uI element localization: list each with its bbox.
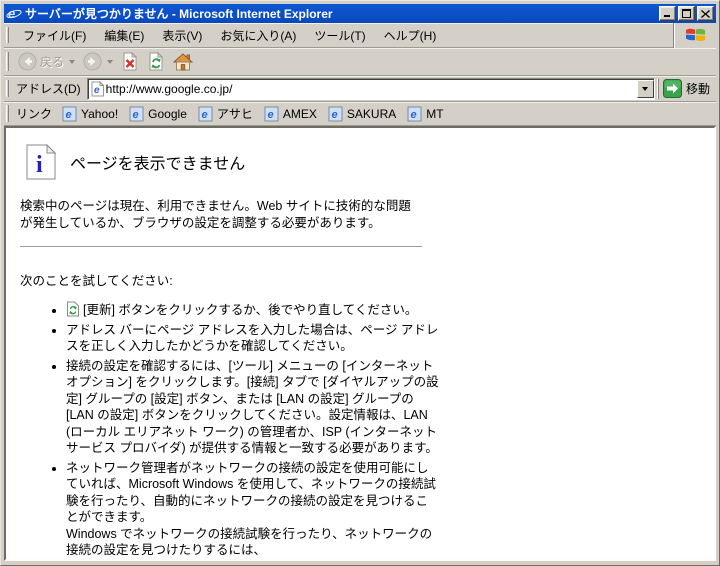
go-label: 移動 [686, 80, 710, 97]
suggestion-network: ネットワーク管理者がネットワークの接続の設定を使用可能にしていれば、Micros… [66, 460, 440, 562]
link-label: アサヒ [217, 105, 253, 122]
page-content: i ページを表示できません 検索中のページは現在、利用できません。Web サイト… [4, 126, 716, 561]
ie-page-icon: e [407, 106, 422, 122]
suggestion-text: アドレス バーにページ アドレスを入力した場合は、ページ アドレスを正しく入力し… [66, 323, 438, 354]
svg-text:i: i [36, 152, 43, 178]
maximize-button[interactable] [678, 6, 695, 21]
link-label: SAKURA [347, 107, 396, 121]
go-arrow-icon [663, 79, 682, 98]
ie-logo-icon: e [6, 6, 22, 21]
refresh-small-icon [66, 301, 80, 317]
back-icon [18, 52, 37, 71]
link-label: MT [426, 107, 443, 121]
suggestion-refresh: [更新] ボタンをクリックするか、後でやり直してください。 [66, 301, 440, 319]
back-button[interactable]: 戻る [14, 49, 68, 74]
ie-page-icon: e [129, 106, 144, 122]
address-input[interactable] [106, 80, 637, 98]
ie-page-icon: e [62, 106, 77, 122]
home-icon [173, 52, 193, 71]
svg-text:e: e [133, 109, 139, 121]
stop-button[interactable] [117, 49, 143, 74]
network-paragraph-1: ネットワーク管理者がネットワークの接続の設定を使用可能にしていれば、Micros… [66, 460, 440, 526]
forward-icon [83, 52, 102, 71]
windows-logo-icon [674, 23, 716, 48]
menu-bar: ファイル(F) 編集(E) 表示(V) お気に入り(A) ツール(T) ヘルプ(… [4, 23, 716, 48]
minimize-button[interactable] [659, 6, 676, 21]
back-label: 戻る [40, 53, 64, 70]
menu-edit[interactable]: 編集(E) [95, 24, 153, 47]
go-button[interactable]: 移動 [658, 79, 716, 99]
menu-favorites[interactable]: お気に入り(A) [211, 24, 305, 47]
back-dropdown-icon[interactable] [69, 60, 75, 64]
svg-text:e: e [201, 109, 207, 121]
link-item-asahi[interactable]: e アサヒ [196, 105, 262, 122]
suggestions-title: 次のことを試してください: [20, 270, 700, 289]
suggestion-address: アドレス バーにページ アドレスを入力した場合は、ページ アドレスを正しく入力し… [66, 322, 440, 355]
link-label: Yahoo! [81, 107, 118, 121]
address-grip[interactable] [6, 80, 9, 98]
close-icon [701, 10, 710, 18]
link-item-google[interactable]: e Google [127, 106, 196, 122]
network-paragraph-2: Windows でネットワークの接続試験を行ったり、ネットワークの接続の設定を見… [66, 526, 440, 559]
link-item-mt[interactable]: e MT [405, 106, 452, 122]
menu-tools[interactable]: ツール(T) [305, 24, 374, 47]
link-item-amex[interactable]: e AMEX [262, 106, 326, 122]
menu-grip[interactable] [6, 27, 9, 44]
links-grip[interactable] [6, 105, 9, 121]
svg-text:e: e [94, 85, 100, 96]
link-label: Google [148, 107, 187, 121]
info-page-icon: i [26, 144, 56, 180]
stop-icon [121, 52, 139, 71]
menu-view[interactable]: 表示(V) [153, 24, 211, 47]
window-title: サーバーが見つかりません - Microsoft Internet Explor… [25, 5, 659, 22]
links-bar: リンク e Yahoo! e Google e アサヒ e AMEX e SAK… [4, 102, 716, 126]
address-dropdown-button[interactable] [637, 80, 654, 98]
maximize-icon [682, 9, 691, 18]
address-label: アドレス(D) [14, 80, 87, 97]
menu-file[interactable]: ファイル(F) [14, 24, 95, 47]
address-bar: アドレス(D) e 移動 [4, 76, 716, 102]
toolbar: 戻る [4, 48, 716, 76]
links-label: リンク [14, 105, 60, 122]
svg-text:e: e [267, 109, 273, 121]
suggestion-text: 接続の設定を確認するには、[ツール] メニューの [インターネット オプション]… [66, 359, 439, 456]
refresh-button[interactable] [143, 49, 169, 74]
forward-dropdown-icon[interactable] [107, 60, 113, 64]
error-intro: 検索中のページは現在、利用できません。Web サイトに技術的な問題が発生している… [20, 198, 422, 232]
network-link-line: [ネットワークの設定の検出] をクリックしてください。 [66, 560, 440, 562]
svg-text:e: e [66, 109, 72, 121]
suggestion-connection: 接続の設定を確認するには、[ツール] メニューの [インターネット オプション]… [66, 358, 440, 457]
network-detect-link[interactable]: [ネットワークの設定の検出] [84, 561, 241, 562]
ie-page-icon: e [198, 106, 213, 122]
browser-window: e サーバーが見つかりません - Microsoft Internet Expl… [0, 0, 720, 566]
address-combobox: e [87, 78, 655, 100]
titlebar[interactable]: e サーバーが見つかりません - Microsoft Internet Expl… [4, 4, 716, 23]
toolbar-grip[interactable] [6, 52, 9, 71]
suggestion-text: [更新] ボタンをクリックするか、後でやり直してください。 [83, 303, 417, 317]
link-item-sakura[interactable]: e SAKURA [326, 106, 405, 122]
error-heading: ページを表示できません [70, 150, 245, 174]
ie-page-icon: e [264, 106, 279, 122]
divider [20, 246, 422, 248]
network-link-suffix: をクリックしてください。 [241, 561, 394, 562]
forward-button[interactable] [79, 49, 106, 74]
link-item-yahoo[interactable]: e Yahoo! [60, 106, 127, 122]
close-button[interactable] [697, 6, 714, 21]
svg-text:e: e [411, 109, 417, 121]
minimize-icon [664, 10, 672, 17]
link-label: AMEX [283, 107, 317, 121]
suggestions-list: [更新] ボタンをクリックするか、後でやり直してください。 アドレス バーにペー… [20, 301, 440, 561]
menu-help[interactable]: ヘルプ(H) [375, 24, 446, 47]
network-detect-icon [66, 560, 81, 562]
refresh-icon [147, 52, 165, 71]
svg-text:e: e [331, 109, 337, 121]
ie-page-icon: e [328, 106, 343, 122]
home-button[interactable] [169, 49, 197, 74]
page-ie-icon: e [90, 81, 106, 97]
